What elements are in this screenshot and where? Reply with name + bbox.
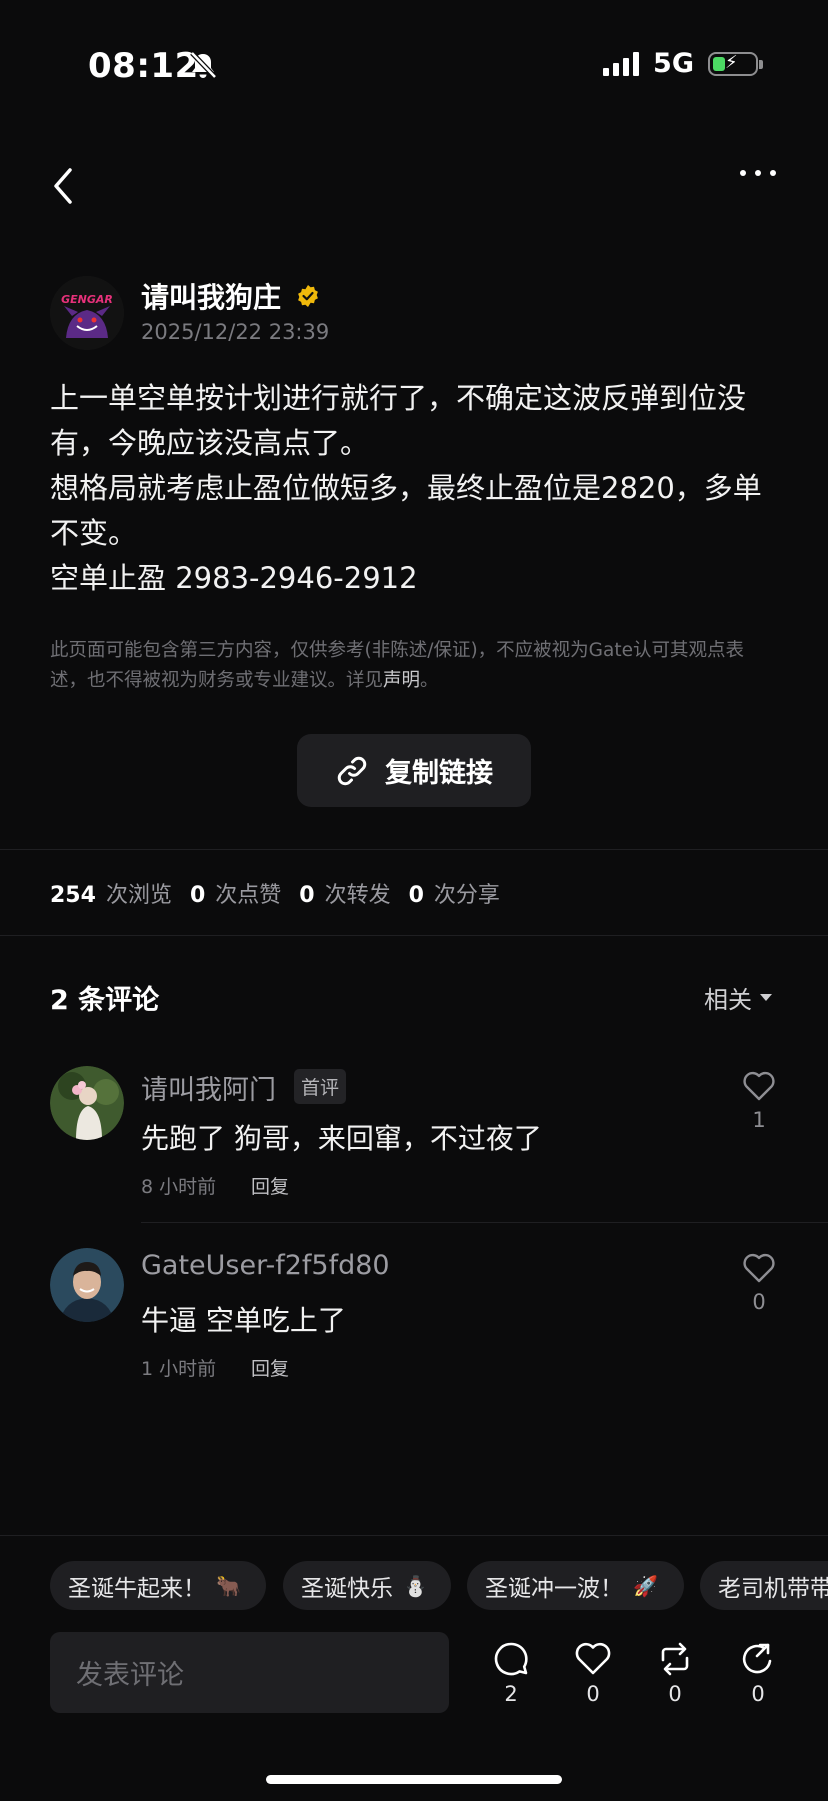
- disclaimer: 此页面可能包含第三方内容，仅供参考(非陈述/保证)，不应被视为Gate认可其观点…: [50, 636, 780, 696]
- quick-reply-text: 老司机带带: [718, 1575, 828, 1602]
- battery-icon: ⚡: [708, 51, 763, 76]
- comment-text: 牛逼 空单吃上了: [141, 1304, 346, 1337]
- disclaimer-link[interactable]: 声明: [383, 670, 420, 691]
- divider: [0, 849, 828, 850]
- reply-button[interactable]: 回复: [251, 1172, 289, 1199]
- comment-action[interactable]: 2: [486, 1640, 536, 1706]
- heart-icon: [575, 1642, 611, 1675]
- signal-icon: [603, 51, 640, 76]
- author-avatar[interactable]: GENGAR: [50, 276, 124, 350]
- quick-reply-text: 圣诞快乐: [301, 1575, 393, 1602]
- verified-badge-icon: [298, 285, 318, 307]
- first-comment-badge: 首评: [294, 1069, 347, 1104]
- sort-dropdown[interactable]: 相关: [704, 980, 772, 1015]
- comment-time: 1 小时前: [141, 1358, 217, 1380]
- repost-action[interactable]: 0: [650, 1640, 700, 1706]
- repost-icon: [661, 1642, 689, 1676]
- share-count: 0: [751, 1682, 765, 1706]
- commenter-name[interactable]: 请叫我阿门: [141, 1068, 276, 1107]
- post-paragraph: 上一单空单按计划进行就行了，不确定这波反弹到位没有，今晚应该没高点了。: [50, 381, 747, 460]
- link-icon: [337, 756, 367, 785]
- comment-input-placeholder: 发表评论: [76, 1660, 184, 1691]
- post-stats: 254 次浏览 0 次点赞 0 次转发 0 次分享: [50, 877, 518, 909]
- disclaimer-end: 。: [420, 670, 439, 691]
- rocket-emoji-icon: 🚀: [633, 1573, 658, 1598]
- comment-count: 2: [504, 1682, 518, 1706]
- comments-title: 2 条评论: [50, 985, 160, 1016]
- quick-reply-chip[interactable]: 圣诞冲一波！ 🚀: [467, 1561, 684, 1610]
- author-name[interactable]: 请叫我狗庄: [141, 276, 281, 316]
- quick-reply-text: 圣诞冲一波！: [485, 1575, 623, 1602]
- stat-views: 254 次浏览: [50, 883, 172, 908]
- share-action[interactable]: 0: [733, 1640, 783, 1706]
- divider: [0, 935, 828, 936]
- back-arrow-icon[interactable]: [46, 164, 86, 208]
- like-count: 0: [586, 1682, 600, 1706]
- dropdown-caret-icon: [760, 994, 772, 1001]
- stat-likes: 0 次点赞: [189, 883, 282, 908]
- commenter-avatar[interactable]: [50, 1066, 124, 1140]
- snowman-emoji-icon: ⛄: [403, 1573, 428, 1598]
- share-icon: [742, 1643, 772, 1674]
- bell-muted-icon: [190, 51, 217, 79]
- quick-reply-chip[interactable]: 圣诞快乐 ⛄: [283, 1561, 451, 1610]
- commenter-avatar[interactable]: [50, 1248, 124, 1322]
- post-paragraph: 空单止盈 2983-2946-2912: [50, 561, 418, 595]
- reply-button[interactable]: 回复: [251, 1354, 289, 1381]
- bull-emoji-icon: 🐂: [216, 1573, 241, 1598]
- stat-shares: 0 次分享: [408, 883, 500, 908]
- network-label: 5G: [653, 48, 694, 79]
- more-options-icon[interactable]: [740, 170, 776, 176]
- copy-link-label: 复制链接: [385, 758, 493, 789]
- commenter-name[interactable]: GateUser-f2f5fd80: [141, 1250, 390, 1281]
- post-paragraph: 想格局就考虑止盈位做短多，最终止盈位是2820，多单不变。: [50, 471, 762, 550]
- status-indicators: 5G ⚡: [603, 48, 763, 79]
- post-timestamp: 2025/12/22 23:39: [141, 320, 330, 344]
- avatar-logo-text: GENGAR: [61, 293, 113, 306]
- repost-count: 0: [668, 1682, 682, 1706]
- heart-icon[interactable]: [742, 1252, 776, 1284]
- divider: [0, 1535, 828, 1536]
- heart-icon[interactable]: [742, 1070, 776, 1102]
- like-action[interactable]: 0: [568, 1640, 618, 1706]
- comment-time: 8 小时前: [141, 1176, 217, 1198]
- quick-reply-text: 圣诞牛起来！: [68, 1575, 206, 1602]
- quick-reply-chip[interactable]: 老司机带带: [700, 1561, 828, 1610]
- home-indicator: [266, 1775, 562, 1784]
- comment-like-count: 1: [752, 1108, 766, 1132]
- comment-text: 先跑了 狗哥，来回窜，不过夜了: [141, 1122, 542, 1155]
- comment-like-count: 0: [752, 1290, 766, 1314]
- copy-link-button[interactable]: 复制链接: [297, 734, 531, 807]
- comment-bubble-icon: [494, 1642, 528, 1676]
- divider: [141, 1222, 828, 1223]
- comment-input[interactable]: 发表评论: [50, 1632, 449, 1713]
- stat-reposts: 0 次转发: [299, 883, 391, 908]
- quick-reply-chip[interactable]: 圣诞牛起来！ 🐂: [50, 1561, 266, 1610]
- post-content: 上一单空单按计划进行就行了，不确定这波反弹到位没有，今晚应该没高点了。 想格局就…: [50, 376, 780, 601]
- sort-label: 相关: [704, 986, 752, 1014]
- status-time: 08:12: [88, 46, 199, 86]
